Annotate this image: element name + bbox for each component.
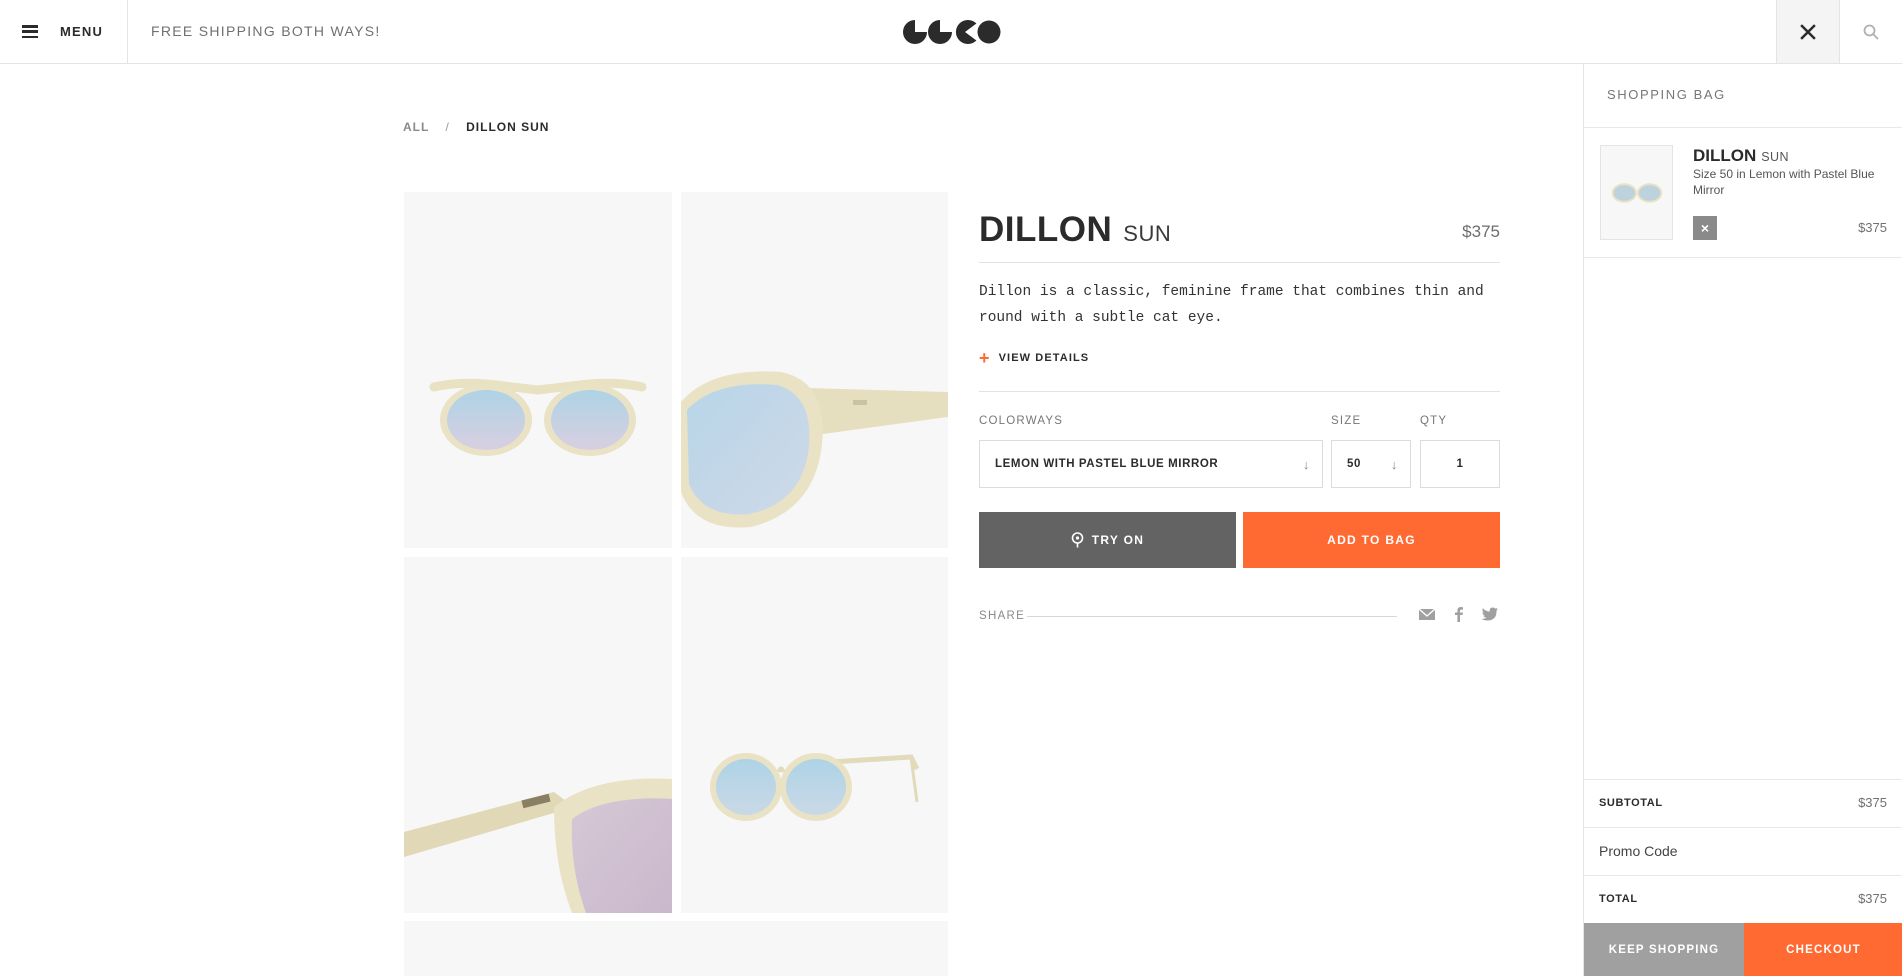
search-icon: [1863, 24, 1879, 40]
divider: [1584, 779, 1902, 780]
remove-item-button[interactable]: ×: [1693, 216, 1717, 240]
size-value: 50: [1347, 458, 1361, 470]
brand-logo[interactable]: [903, 20, 1001, 44]
bag-item-type: SUN: [1761, 150, 1789, 164]
subtotal-label: SUBTOTAL: [1599, 797, 1663, 809]
sunglasses-front-image: [429, 378, 647, 456]
chevron-down-icon: ↓: [1390, 457, 1398, 472]
product-type: SUN: [1123, 221, 1172, 246]
bag-item-thumbnail[interactable]: [1600, 145, 1673, 240]
add-to-bag-button[interactable]: ADD TO BAG: [1243, 512, 1500, 568]
sunglasses-temple-closeup-image: [404, 778, 672, 913]
promo-banner: FREE SHIPPING BOTH WAYS!: [151, 23, 381, 39]
share-label: SHARE: [979, 610, 1026, 622]
colorway-select[interactable]: LEMON WITH PASTEL BLUE MIRROR ↓: [979, 440, 1323, 488]
product-name: DILLON: [979, 210, 1113, 249]
add-to-bag-label: ADD TO BAG: [1327, 533, 1416, 547]
size-label: SIZE: [1331, 415, 1362, 427]
quantity-value: 1: [1456, 458, 1464, 470]
keep-shopping-label: KEEP SHOPPING: [1608, 943, 1720, 956]
product-image-side-lens[interactable]: [681, 192, 948, 548]
divider: [1584, 827, 1902, 828]
sunglasses-lens-closeup-image: [681, 371, 948, 528]
quantity-input[interactable]: 1: [1420, 440, 1500, 488]
keep-shopping-button[interactable]: KEEP SHOPPING: [1584, 923, 1744, 976]
promo-code-link[interactable]: Promo Code: [1599, 843, 1678, 859]
divider: [1584, 127, 1902, 128]
product-image-extra[interactable]: [404, 921, 948, 976]
close-icon: [1800, 23, 1816, 40]
view-details-toggle[interactable]: + VIEW DETAILS: [979, 348, 1090, 368]
product-description: Dillon is a classic, feminine frame that…: [979, 284, 1484, 326]
total-label: TOTAL: [1599, 893, 1638, 905]
divider: [1584, 257, 1902, 258]
total-value: $375: [1858, 891, 1887, 906]
product-image-temple[interactable]: [404, 557, 672, 913]
menu-label: MENU: [60, 24, 104, 39]
close-bag-button[interactable]: [1776, 0, 1840, 63]
view-details-label: VIEW DETAILS: [998, 352, 1090, 364]
search-button[interactable]: [1840, 0, 1902, 63]
breadcrumb-current: DILLON SUN: [466, 120, 550, 134]
checkout-label: CHECKOUT: [1786, 943, 1861, 956]
twitter-icon[interactable]: [1481, 606, 1499, 622]
share-divider: [1027, 616, 1397, 617]
product-title: DILLON SUN: [979, 210, 1171, 250]
bag-item-description: Size 50 in Lemon with Pastel Blue Mirror: [1693, 167, 1875, 197]
breadcrumb-all-link[interactable]: ALL: [403, 120, 429, 134]
location-pin-icon: [1071, 532, 1084, 548]
site-header: MENU FREE SHIPPING BOTH WAYS!: [0, 0, 1902, 64]
colorway-value: LEMON WITH PASTEL BLUE MIRROR: [995, 458, 1219, 470]
bag-item-price: $375: [1858, 220, 1887, 235]
divider: [979, 262, 1500, 263]
chevron-down-icon: ↓: [1302, 457, 1310, 472]
sunglasses-angle-image: [710, 753, 920, 821]
hamburger-icon: [22, 25, 38, 38]
plus-icon: +: [979, 348, 991, 368]
breadcrumb-separator: /: [445, 120, 450, 134]
subtotal-value: $375: [1858, 795, 1887, 810]
menu-button[interactable]: MENU: [0, 0, 128, 63]
colorways-label: COLORWAYS: [979, 415, 1064, 427]
divider: [1584, 875, 1902, 876]
product-price: $375: [1462, 222, 1500, 241]
bag-item-title: DILLON SUN: [1693, 146, 1789, 166]
shopping-bag-title: SHOPPING BAG: [1607, 87, 1726, 102]
try-on-label: TRY ON: [1091, 533, 1145, 547]
breadcrumb: ALL / DILLON SUN: [403, 120, 549, 134]
shopping-bag-panel: SHOPPING BAG DILLON SUN Size 50 in Lemon…: [1583, 64, 1902, 976]
product-image-angle[interactable]: [681, 557, 948, 913]
size-select[interactable]: 50 ↓: [1331, 440, 1411, 488]
divider: [979, 391, 1500, 392]
try-on-button[interactable]: TRY ON: [979, 512, 1236, 568]
product-image-front[interactable]: [404, 192, 672, 548]
bag-item-name: DILLON: [1693, 146, 1757, 165]
checkout-button[interactable]: CHECKOUT: [1744, 923, 1902, 976]
email-icon[interactable]: [1418, 606, 1436, 622]
facebook-icon[interactable]: [1450, 606, 1468, 622]
sunglasses-thumbnail-image: [1611, 183, 1663, 203]
qty-label: QTY: [1420, 415, 1448, 427]
